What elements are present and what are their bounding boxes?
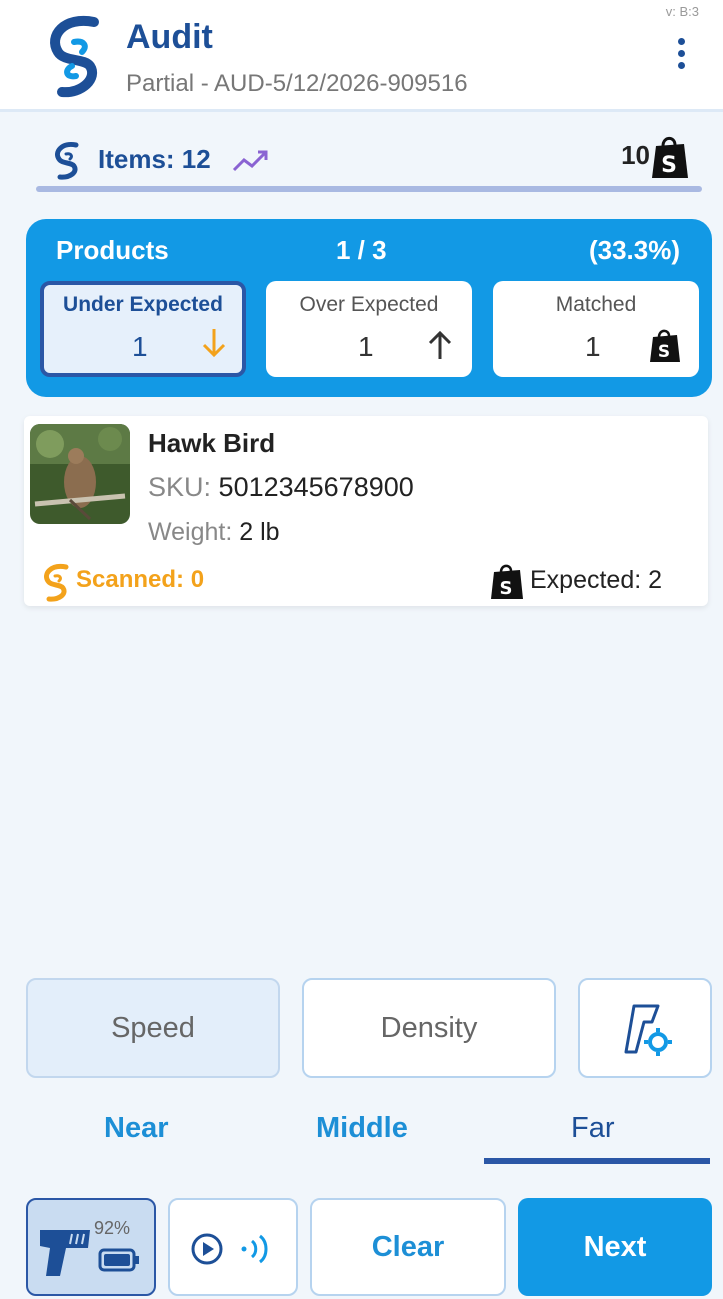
arrow-up-icon	[428, 330, 452, 359]
app-header: Audit Partial - AUD-5/12/2026-909516 v: …	[0, 0, 723, 112]
product-list-item[interactable]: Hawk Bird SKU: 5012345678900 Weight: 2 l…	[24, 416, 708, 606]
expected-label: Expected: 2	[530, 566, 663, 594]
scanner-settings-icon	[624, 1004, 672, 1056]
scanner-trigger-button[interactable]: 92%	[26, 1198, 156, 1296]
items-summary: Items: 12 10 S	[36, 134, 702, 194]
product-weight: Weight: 2 lb	[148, 518, 280, 547]
under-expected-filter[interactable]: Under Expected 1	[40, 281, 246, 377]
clear-button[interactable]: Clear	[310, 1198, 506, 1296]
scanner-logo-icon	[55, 141, 79, 180]
products-percent: (33.3%)	[588, 235, 680, 265]
product-sku: SKU: 5012345678900	[148, 472, 414, 503]
product-thumbnail	[30, 424, 130, 524]
weight-label: Weight:	[148, 518, 233, 546]
version-label: v: B:3	[665, 4, 699, 19]
svg-text:S: S	[661, 153, 677, 178]
stat-value: 1	[132, 331, 148, 362]
items-count-label: Items: 12	[98, 144, 211, 174]
products-summary-card: Products 1 / 3 (33.3%) Under Expected 1 …	[26, 219, 712, 397]
page-title: Audit	[126, 18, 213, 56]
arrow-down-icon	[202, 329, 226, 358]
shopify-bag-icon: S	[491, 564, 523, 599]
weight-value: 2 lb	[239, 518, 280, 546]
scanned-label: Scanned: 0	[76, 566, 205, 593]
shopify-bag-icon: S	[650, 329, 680, 362]
products-ratio: 1 / 3	[336, 235, 387, 265]
more-menu-icon[interactable]	[675, 38, 687, 74]
barcode-scanner-icon	[40, 1230, 90, 1276]
tab-middle[interactable]: Middle	[316, 1112, 408, 1145]
stat-value: 1	[585, 331, 601, 362]
tab-active-indicator	[484, 1158, 710, 1164]
audit-subtitle: Partial - AUD-5/12/2026-909516	[126, 70, 468, 97]
expected-count: S Expected: 2	[490, 562, 692, 599]
tab-near[interactable]: Near	[104, 1112, 169, 1145]
products-title: Products	[56, 235, 169, 265]
svg-text:S: S	[500, 578, 513, 599]
tab-far[interactable]: Far	[571, 1112, 615, 1145]
trend-up-icon	[232, 150, 268, 172]
density-mode-button[interactable]: Density	[302, 978, 556, 1078]
sku-label: SKU:	[148, 472, 212, 502]
scanner-logo-icon	[44, 563, 69, 602]
play-icon	[191, 1233, 223, 1265]
items-progress-line	[36, 186, 702, 192]
stat-value: 1	[358, 331, 374, 362]
svg-text:S: S	[658, 342, 670, 362]
speed-mode-button[interactable]: Speed	[26, 978, 280, 1078]
app-logo-icon	[50, 15, 99, 98]
over-expected-filter[interactable]: Over Expected 1	[266, 281, 472, 377]
shopify-items-count: 10	[621, 140, 650, 170]
sound-wave-icon	[241, 1234, 268, 1264]
stat-label: Under Expected	[63, 293, 223, 316]
product-name: Hawk Bird	[148, 428, 276, 458]
next-button[interactable]: Next	[518, 1198, 712, 1296]
sku-value: 5012345678900	[218, 472, 414, 502]
battery-icon	[98, 1248, 139, 1272]
shopify-bag-icon: S	[652, 136, 688, 178]
stat-label: Matched	[555, 293, 637, 316]
scanner-settings-button[interactable]	[578, 978, 712, 1078]
stat-label: Over Expected	[299, 293, 439, 316]
sound-feedback-button[interactable]	[168, 1198, 298, 1296]
battery-percent: 92%	[94, 1218, 131, 1238]
matched-filter[interactable]: Matched 1 S	[493, 281, 699, 377]
